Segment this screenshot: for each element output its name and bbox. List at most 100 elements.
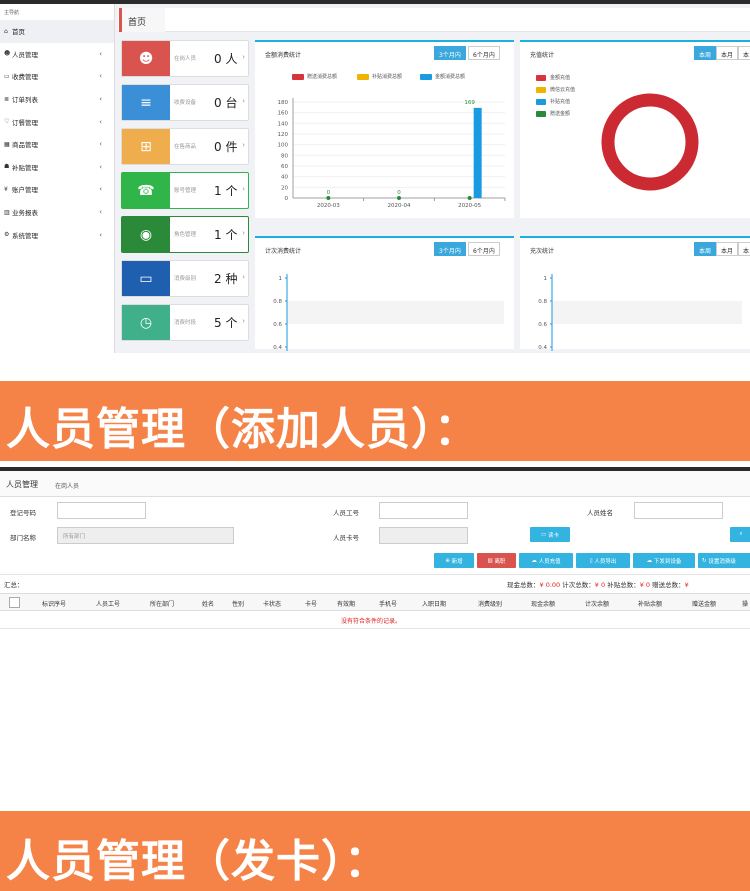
column-header[interactable]: 消费级别	[478, 599, 502, 608]
column-header[interactable]: 入职日期	[422, 599, 446, 608]
column-header[interactable]: 卡号	[305, 599, 317, 608]
legend-item[interactable]: 金额充值	[536, 74, 570, 81]
range-6-months-button[interactable]: 6个月内	[468, 242, 500, 256]
column-header[interactable]: 姓名	[202, 599, 214, 608]
stat-card-devices[interactable]: ≡ 收费设备 0 台 ›	[121, 84, 249, 121]
chevron-right-icon: ›	[242, 185, 245, 193]
people-header: 人员管理 在岗人员	[0, 471, 750, 497]
sidebar-item-reports[interactable]: ▥ 业务报表 ‹	[0, 201, 114, 224]
user-circle-icon: ◉	[122, 217, 170, 252]
select-all-checkbox[interactable]	[9, 597, 20, 608]
stat-card-accounts[interactable]: ☎ 账号管理 1 个 ›	[121, 172, 249, 209]
panel-title: 金额消费统计	[265, 52, 302, 59]
search-icon: ⌕	[739, 531, 743, 537]
legend-item[interactable]: 金额消费总额	[420, 73, 465, 80]
range-year-button[interactable]: 本	[738, 46, 750, 60]
sidebar-item-orders[interactable]: ≣ 订单列表 ‹	[0, 88, 114, 111]
legend-item[interactable]: 赠送消费总额	[292, 73, 337, 80]
page-subtitle: 在岗人员	[55, 483, 80, 490]
emp-no-label: 人员工号	[333, 509, 359, 517]
range-3-months-button[interactable]: 3个月内	[434, 242, 466, 256]
set-level-label: 设置消费级	[708, 558, 736, 565]
legend-item[interactable]: 补贴充值	[536, 98, 570, 105]
sidebar-item-home[interactable]: ⌂ 首页	[0, 20, 114, 43]
stat-card-staff[interactable]: ☻ 在岗人员 0 人 ›	[121, 40, 249, 77]
stat-card-goods[interactable]: ⊞ 在售商品 0 件 ›	[121, 128, 249, 165]
y-tick-label: 1	[544, 276, 548, 282]
column-header[interactable]: 卡状态	[263, 599, 281, 608]
column-header[interactable]: 标识序号	[42, 599, 66, 608]
people-icon: ☻	[122, 41, 170, 76]
column-header[interactable]: 补贴余额	[638, 599, 662, 608]
y-tick-label: 0.4	[273, 345, 282, 351]
range-week-button[interactable]: 本周	[694, 46, 717, 60]
name-input[interactable]	[634, 502, 723, 519]
trash-icon: ▥	[487, 557, 495, 564]
chevron-left-icon: ‹	[99, 208, 102, 217]
cloud-icon: ☁	[531, 557, 539, 564]
range-3-months-button[interactable]: 3个月内	[434, 46, 466, 60]
panel-title: 充次统计	[530, 248, 555, 255]
sidebar-item-subsidy[interactable]: ☗ 补贴管理 ‹	[0, 156, 114, 179]
emp-no-input[interactable]	[379, 502, 468, 519]
people-page	[0, 471, 750, 816]
stat-card-periods[interactable]: ◷ 消费时段 5 个 ›	[121, 304, 249, 341]
column-header[interactable]: 计次余额	[585, 599, 609, 608]
chevron-left-icon: ‹	[99, 230, 102, 239]
legend-swatch	[536, 98, 546, 105]
legend-item[interactable]: 补贴消费总额	[357, 73, 402, 80]
column-header[interactable]: 有效期	[337, 599, 355, 608]
column-header[interactable]: 手机号	[379, 599, 397, 608]
y-tick-label: 180	[278, 100, 289, 106]
stat-card-roles[interactable]: ◉ 角色管理 1 个 ›	[121, 216, 249, 253]
range-month-button[interactable]: 本月	[716, 242, 739, 256]
stat-card-levels[interactable]: ▭ 消费级别 2 种 ›	[121, 260, 249, 297]
set-level-button[interactable]: ↻ 设置消费级	[698, 553, 750, 568]
reg-no-input[interactable]	[57, 502, 146, 519]
dept-select[interactable]: 所有部门	[57, 527, 234, 544]
y-tick-label: 100	[278, 143, 289, 149]
export-button[interactable]: ▯ 人员导出	[576, 553, 630, 568]
legend-item[interactable]: 微信云充值	[536, 86, 575, 93]
tab-home[interactable]: 首页	[119, 8, 165, 32]
add-button[interactable]: ⊕ 新增	[434, 553, 474, 568]
legend-label: 赠送金额	[550, 111, 571, 117]
range-month-button[interactable]: 本月	[716, 46, 739, 60]
legend-label: 金额充值	[550, 75, 571, 81]
section-banner-add-person: 人员管理（添加人员）：	[0, 381, 750, 461]
sidebar-item-people[interactable]: ☻ 人员管理 ‹	[0, 43, 114, 66]
range-week-button[interactable]: 本周	[694, 242, 717, 256]
sidebar-item-goods[interactable]: ▦ 商品管理 ‹	[0, 133, 114, 156]
column-header[interactable]: 性别	[232, 599, 244, 608]
recharge-button[interactable]: ☁ 人员充值	[519, 553, 573, 568]
resign-button[interactable]: ▥ 离职	[477, 553, 516, 568]
sidebar-item-meals[interactable]: ♡ 订餐管理 ‹	[0, 110, 114, 133]
chevron-right-icon: ›	[242, 317, 245, 325]
recharge-chart-panel: 充值统计 本周 本月 本 金额充值 微信云充值 补贴充值 赠送金额	[520, 40, 750, 218]
stat-label: 消费时段	[174, 320, 197, 326]
sidebar-item-fees[interactable]: ▭ 收费管理 ‹	[0, 65, 114, 88]
column-header[interactable]: 人员工号	[96, 599, 120, 608]
stat-label: 消费级别	[174, 276, 197, 282]
summary-label: 汇总：	[4, 581, 24, 589]
sidebar-item-system[interactable]: ⚙ 系统管理 ‹	[0, 223, 114, 246]
column-header[interactable]: 赠送金额	[692, 599, 716, 608]
recharge-count-panel: 充次统计 本周 本月 本 1 0.8 0.6 0.4	[520, 236, 750, 351]
search-button[interactable]: ⌕	[730, 527, 750, 542]
column-header[interactable]: 现金余额	[531, 599, 555, 608]
cash-total-label: 现金总数：	[507, 581, 540, 589]
legend-item[interactable]: 赠送金额	[536, 110, 570, 117]
data-point	[326, 196, 331, 200]
column-header[interactable]: 所在部门	[150, 599, 174, 608]
server-icon: ≡	[122, 85, 170, 120]
push-device-button[interactable]: ☁ 下发到设备	[633, 553, 695, 568]
sidebar-item-accounts[interactable]: ¥ 账户管理 ‹	[0, 178, 114, 201]
column-header[interactable]: 操	[742, 599, 748, 608]
range-year-button[interactable]: 本	[738, 242, 750, 256]
y-tick-label: 120	[278, 132, 289, 138]
card-no-input[interactable]	[379, 527, 468, 544]
read-card-button[interactable]: ▭ 读卡	[530, 527, 570, 542]
list-icon: ≣	[4, 95, 10, 103]
range-6-months-button[interactable]: 6个月内	[468, 46, 500, 60]
home-icon: ⌂	[4, 27, 8, 35]
